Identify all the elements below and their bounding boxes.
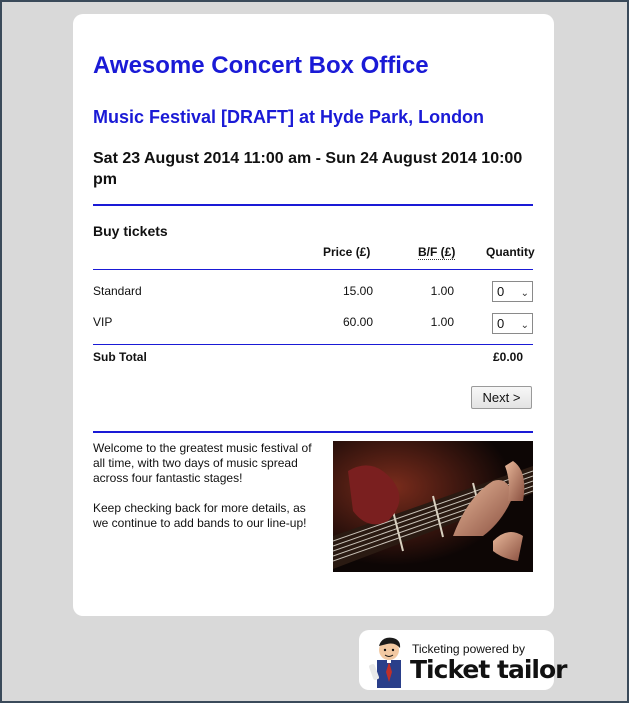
box-office-title: Awesome Concert Box Office (93, 52, 429, 79)
quantity-value-vip: 0 (497, 316, 505, 331)
guitar-photo (333, 441, 533, 572)
divider (93, 431, 533, 433)
bf-abbr[interactable]: B/F (£) (418, 245, 456, 260)
chevron-down-icon: ⌄ (520, 288, 529, 299)
box-office-card: Awesome Concert Box Office Music Festiva… (73, 14, 554, 616)
quantity-select-standard[interactable]: 0 ⌄ (492, 281, 533, 302)
ticket-bf-standard: 1.00 (430, 284, 454, 298)
powered-by-label: Ticketing powered by (412, 642, 525, 656)
tailor-mascot-icon (369, 637, 401, 688)
ticket-price-standard: 15.00 (342, 284, 373, 298)
chevron-down-icon: ⌄ (520, 320, 529, 331)
price-column-header: Price (£) (323, 245, 371, 259)
description-paragraph: Keep checking back for more details, as … (93, 501, 307, 530)
subtotal-value: £0.00 (492, 350, 523, 364)
subtotal-divider (93, 344, 533, 345)
next-button[interactable]: Next > (471, 386, 532, 409)
powered-by-badge[interactable]: Ticketing powered by Ticket tailor (359, 630, 567, 690)
event-description: Welcome to the greatest music festival o… (93, 441, 323, 546)
description-paragraph: Welcome to the greatest music festival o… (93, 441, 312, 485)
ticket-bf-vip: 1.00 (430, 315, 454, 329)
bf-column-header: B/F (£) (418, 245, 456, 260)
event-title: Music Festival [DRAFT] at Hyde Park, Lon… (93, 107, 485, 127)
event-date: Sat 23 August 2014 11:00 am - Sun 24 Aug… (93, 150, 523, 188)
ticket-name-standard: Standard (93, 284, 142, 298)
ticket-name-vip: VIP (93, 315, 113, 329)
quantity-column-header: Quantity (486, 245, 535, 259)
quantity-select-vip[interactable]: 0 ⌄ (492, 313, 533, 334)
quantity-value-standard: 0 (497, 284, 505, 299)
brand-logo-text: Ticket tailor (410, 655, 567, 684)
buy-tickets-heading: Buy tickets (93, 223, 168, 239)
ticket-price-vip: 60.00 (342, 315, 373, 329)
subtotal-label: Sub Total (93, 350, 147, 364)
table-header-divider (93, 269, 533, 270)
divider (93, 204, 533, 206)
